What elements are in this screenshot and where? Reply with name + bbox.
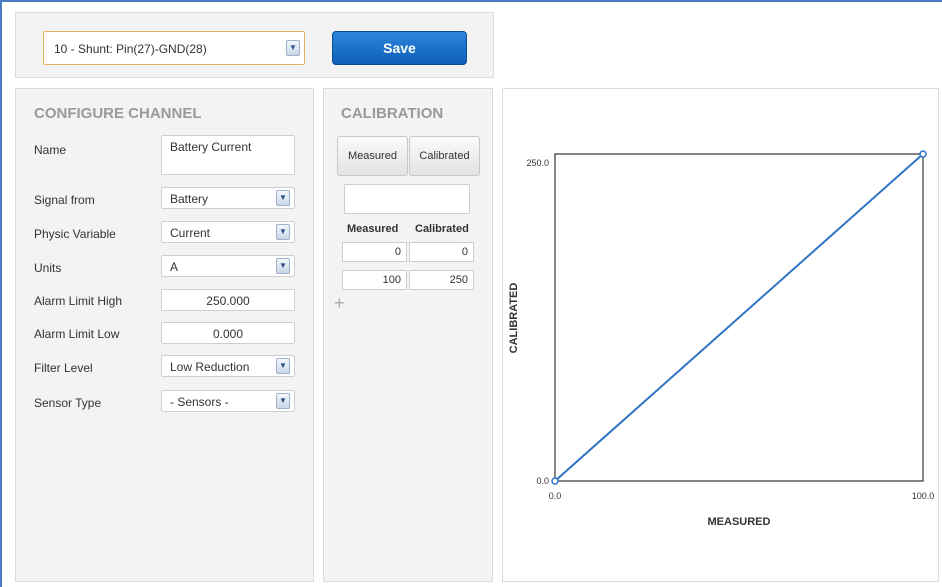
table-row-measured-cell[interactable]: 0 bbox=[342, 242, 407, 262]
filter-level-value: Low Reduction bbox=[170, 360, 250, 374]
chevron-down-icon[interactable]: ▼ bbox=[276, 393, 290, 409]
configure-channel-panel: CONFIGURE CHANNEL Name Battery Current S… bbox=[15, 88, 314, 582]
name-label: Name bbox=[34, 143, 67, 157]
units-select[interactable]: A ▼ bbox=[161, 255, 295, 277]
alarm-high-value: 250.000 bbox=[206, 294, 250, 308]
chevron-down-icon[interactable]: ▼ bbox=[276, 190, 290, 206]
alarm-high-input[interactable]: 250.000 bbox=[161, 289, 295, 311]
y-axis-label: CALIBRATED bbox=[508, 283, 520, 354]
filter-level-select[interactable]: Low Reduction ▼ bbox=[161, 355, 295, 377]
column-header-calibrated: Calibrated bbox=[415, 223, 469, 235]
data-point[interactable] bbox=[551, 477, 559, 485]
column-header-measured: Measured bbox=[347, 223, 399, 235]
configure-channel-title: CONFIGURE CHANNEL bbox=[34, 105, 202, 122]
channel-toolbar: 10 - Shunt: Pin(27)-GND(28) ▼ Save bbox=[15, 12, 494, 78]
name-value: Battery Current bbox=[170, 140, 252, 154]
physic-variable-label: Physic Variable bbox=[34, 227, 116, 241]
sensor-type-label: Sensor Type bbox=[34, 396, 102, 410]
alarm-low-label: Alarm Limit Low bbox=[34, 327, 120, 341]
table-row-measured-cell[interactable]: 100 bbox=[342, 270, 407, 290]
chevron-down-icon[interactable]: ▼ bbox=[276, 258, 290, 274]
filter-level-label: Filter Level bbox=[34, 361, 93, 375]
units-label: Units bbox=[34, 261, 62, 275]
table-row-calibrated-cell[interactable]: 250 bbox=[409, 270, 474, 290]
physic-variable-select[interactable]: Current ▼ bbox=[161, 221, 295, 243]
name-field[interactable]: Battery Current bbox=[161, 135, 295, 175]
physic-variable-value: Current bbox=[170, 226, 211, 240]
calibration-graph-panel: CALIBRATED MEASURED 0.0 100.0 0.0 250.0 bbox=[502, 88, 939, 582]
alarm-low-input[interactable]: 0.000 bbox=[161, 322, 295, 344]
data-point[interactable] bbox=[919, 150, 927, 158]
alarm-high-label: Alarm Limit High bbox=[34, 294, 123, 308]
y-tick-label: 0.0 bbox=[536, 476, 549, 486]
add-row-icon[interactable]: + bbox=[334, 293, 345, 314]
calibration-panel: CALIBRATION Measured Calibrated Measured… bbox=[323, 88, 493, 582]
table-row-calibrated-cell[interactable]: 0 bbox=[409, 242, 474, 262]
measured-button[interactable]: Measured bbox=[337, 136, 408, 176]
x-axis-label: MEASURED bbox=[708, 516, 771, 528]
calibration-title: CALIBRATION bbox=[341, 105, 444, 122]
units-value: A bbox=[170, 260, 179, 274]
chevron-down-icon[interactable]: ▼ bbox=[276, 358, 290, 374]
alarm-low-value: 0.000 bbox=[212, 327, 244, 341]
signal-from-label: Signal from bbox=[34, 193, 95, 207]
calibration-value-input[interactable] bbox=[344, 184, 470, 214]
chevron-down-icon[interactable]: ▼ bbox=[276, 224, 290, 240]
calibrated-button[interactable]: Calibrated bbox=[409, 136, 480, 176]
x-tick-label: 0.0 bbox=[549, 491, 562, 501]
x-tick-label: 100.0 bbox=[912, 491, 935, 501]
signal-from-value: Battery bbox=[170, 192, 209, 206]
sensor-type-select[interactable]: - Sensors - ▼ bbox=[161, 390, 295, 412]
signal-from-select[interactable]: Battery ▼ bbox=[161, 187, 295, 209]
calibration-chart: CALIBRATED MEASURED 0.0 100.0 0.0 250.0 bbox=[508, 150, 935, 528]
channel-select-value: 10 - Shunt: Pin(27)-GND(28) bbox=[54, 42, 207, 56]
channel-select[interactable]: 10 - Shunt: Pin(27)-GND(28) ▼ bbox=[43, 31, 305, 65]
chevron-down-icon[interactable]: ▼ bbox=[286, 40, 300, 56]
save-button[interactable]: Save bbox=[332, 31, 467, 65]
sensor-type-value: - Sensors - bbox=[170, 395, 229, 409]
y-tick-label: 250.0 bbox=[526, 158, 549, 168]
